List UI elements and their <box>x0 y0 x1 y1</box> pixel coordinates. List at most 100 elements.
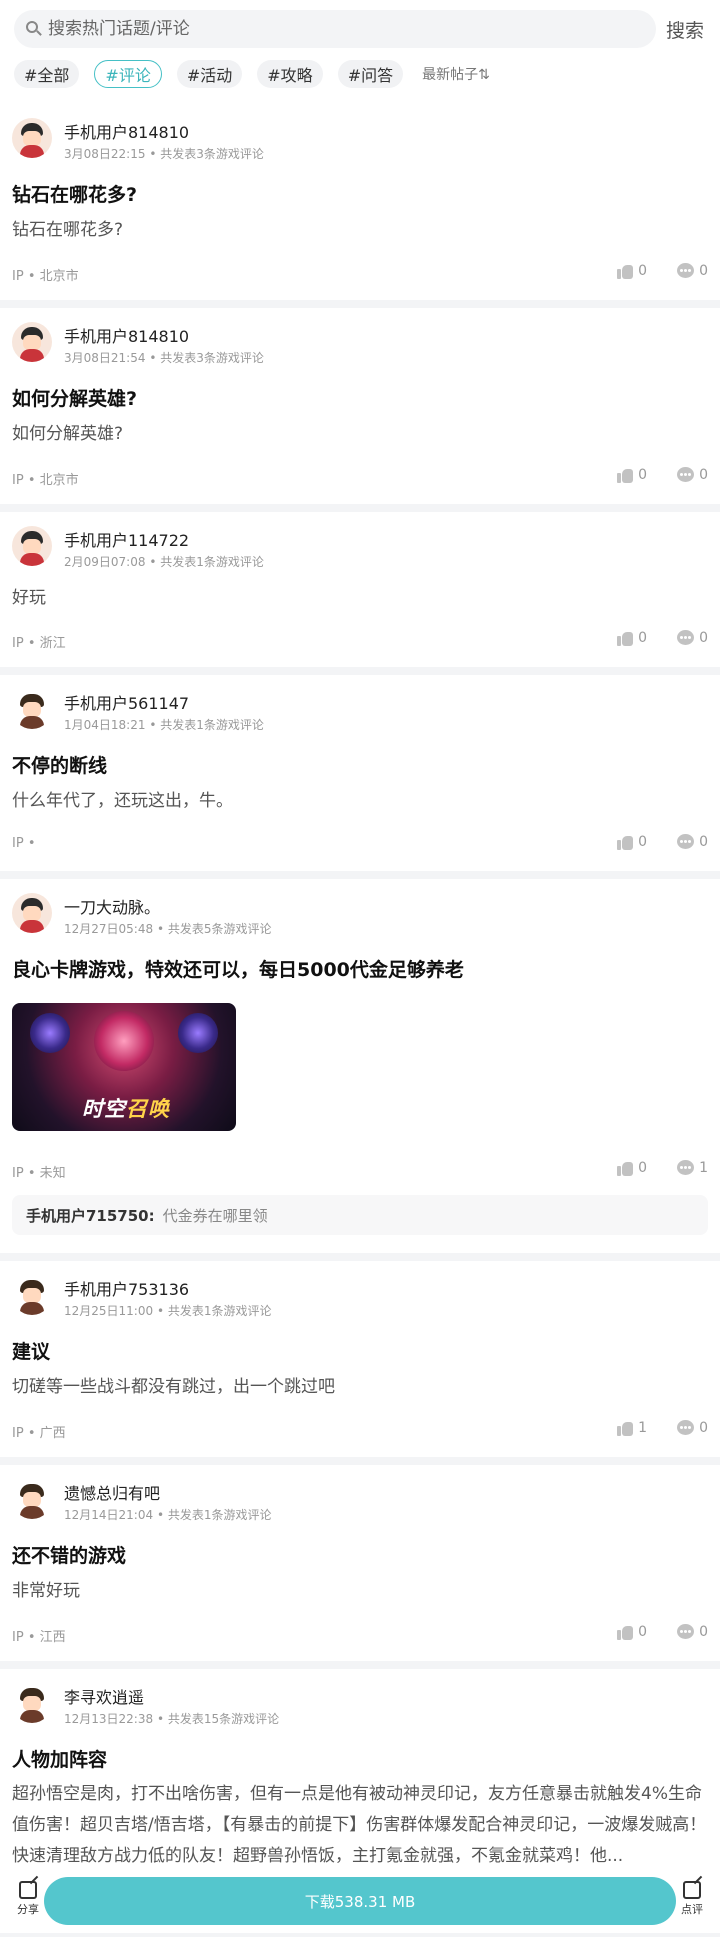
search-input[interactable] <box>48 19 608 39</box>
post-title: 还不错的游戏 <box>12 1545 127 1567</box>
comment-button[interactable]: 0 <box>677 630 708 646</box>
post-card[interactable]: 手机用户114722 2月09日07:08 • 共发表1条游戏评论 好玩 IP … <box>0 512 720 667</box>
post-card[interactable]: 手机用户814810 3月08日21:54 • 共发表3条游戏评论 如何分解英雄… <box>0 308 720 504</box>
post-count: 共发表1条游戏评论 <box>160 718 264 732</box>
post-card[interactable]: 手机用户753136 12月25日11:00 • 共发表1条游戏评论 建议 切磋… <box>0 1261 720 1457</box>
thumbs-up-icon <box>617 1160 634 1176</box>
avatar[interactable] <box>12 689 52 729</box>
post-username[interactable]: 手机用户814810 <box>64 323 189 347</box>
tag-guides[interactable]: #攻略 <box>257 60 323 88</box>
like-button[interactable]: 0 <box>617 834 647 850</box>
thumbs-up-icon <box>617 834 634 850</box>
post-card[interactable]: 手机用户814810 3月08日22:15 • 共发表3条游戏评论 钻石在哪花多… <box>0 104 720 300</box>
comment-icon <box>677 467 695 483</box>
comment-button[interactable]: 0 <box>677 1624 708 1640</box>
avatar[interactable] <box>12 1683 52 1723</box>
post-actions: 0 1 <box>587 1160 708 1176</box>
ip-prefix: IP <box>12 1166 24 1181</box>
post-content: 好玩 <box>12 588 46 608</box>
post-count: 共发表3条游戏评论 <box>160 351 264 365</box>
bottom-action-bar: 分享 下载538.31 MB 点评 <box>0 1869 720 1933</box>
tag-all[interactable]: #全部 <box>14 60 80 88</box>
ip-location: 浙江 <box>39 636 66 651</box>
hero-orb-left <box>30 1013 70 1053</box>
post-meta: 3月08日22:15 • 共发表3条游戏评论 <box>64 147 264 161</box>
avatar[interactable] <box>12 322 52 362</box>
comment-button[interactable]: 0 <box>677 263 708 279</box>
reply-username[interactable]: 手机用户715750: <box>26 1205 155 1226</box>
comment-count: 0 <box>699 1624 708 1640</box>
post-title: 不停的断线 <box>12 755 108 777</box>
like-button[interactable]: 0 <box>617 1160 647 1176</box>
like-button[interactable]: 1 <box>617 1420 647 1436</box>
post-username[interactable]: 一刀大动脉。 <box>64 894 160 918</box>
avatar[interactable] <box>12 118 52 158</box>
comment-button[interactable]: 0 <box>677 1420 708 1436</box>
post-actions: 0 0 <box>587 467 708 483</box>
search-button[interactable]: 搜索 <box>666 16 704 43</box>
thumbs-up-icon <box>617 1420 634 1436</box>
ip-location: 未知 <box>39 1166 66 1181</box>
post-card[interactable]: 遗憾总归有吧 12月14日21:04 • 共发表1条游戏评论 还不错的游戏 非常… <box>0 1465 720 1661</box>
tag-qa[interactable]: #问答 <box>337 60 404 88</box>
avatar[interactable] <box>12 1275 52 1315</box>
comment-button[interactable]: 1 <box>677 1160 708 1176</box>
post-title: 如何分解英雄? <box>12 388 138 410</box>
post-username[interactable]: 手机用户561147 <box>64 690 189 714</box>
tag-events[interactable]: #活动 <box>176 60 243 88</box>
review-button[interactable]: 点评 <box>678 1881 706 1917</box>
share-label: 分享 <box>17 1903 39 1916</box>
post-username[interactable]: 遗憾总归有吧 <box>64 1480 160 1504</box>
post-content: 非常好玩 <box>12 1581 80 1601</box>
post-date: 2月09日07:08 <box>64 555 146 569</box>
post-card[interactable]: 一刀大动脉。 12月27日05:48 • 共发表5条游戏评论 良心卡牌游戏，特效… <box>0 879 720 1253</box>
ip-location: 北京市 <box>39 269 79 284</box>
post-content: 超孙悟空是肉，打不出啥伤害，但有一点是他有被动神灵印记，友方任意暴击就触发4%生… <box>12 1784 707 1866</box>
post-username[interactable]: 李寻欢逍遥 <box>64 1684 144 1708</box>
post-feed: 手机用户814810 3月08日22:15 • 共发表3条游戏评论 钻石在哪花多… <box>0 104 720 1937</box>
comment-button[interactable]: 0 <box>677 467 708 483</box>
comment-count: 1 <box>699 1160 708 1176</box>
reply-text: 代金券在哪里领 <box>162 1206 268 1225</box>
comment-icon <box>677 630 695 646</box>
tag-comments[interactable]: #评论 <box>94 60 162 88</box>
reply-preview[interactable]: 手机用户715750: 代金券在哪里领 <box>12 1195 708 1235</box>
post-meta: 2月09日07:08 • 共发表1条游戏评论 <box>64 555 264 569</box>
avatar[interactable] <box>12 1479 52 1519</box>
share-button[interactable]: 分享 <box>14 1881 42 1917</box>
sort-dropdown[interactable]: 最新帖子⇅ <box>422 64 490 84</box>
post-date: 12月27日05:48 <box>64 922 154 936</box>
search-box[interactable] <box>14 10 656 48</box>
comment-count: 0 <box>699 630 708 646</box>
ip-prefix: IP <box>12 269 24 284</box>
post-username[interactable]: 手机用户814810 <box>64 119 189 143</box>
comment-icon <box>677 834 695 850</box>
post-username[interactable]: 手机用户114722 <box>64 527 189 551</box>
post-ip: IP • 北京市 <box>12 473 79 488</box>
thumbs-up-icon <box>617 263 634 279</box>
like-count: 0 <box>638 834 648 850</box>
post-count: 共发表5条游戏评论 <box>167 922 272 936</box>
avatar[interactable] <box>12 526 52 566</box>
post-date: 1月04日18:21 <box>64 718 146 732</box>
post-count: 共发表1条游戏评论 <box>167 1304 272 1318</box>
like-button[interactable]: 0 <box>617 263 647 279</box>
like-button[interactable]: 0 <box>617 467 647 483</box>
like-count: 0 <box>638 467 648 483</box>
download-button[interactable]: 下载538.31 MB <box>44 1877 676 1925</box>
like-count: 0 <box>638 263 648 279</box>
comment-icon <box>677 1624 695 1640</box>
post-ip: IP • 浙江 <box>12 636 66 651</box>
ip-prefix: IP <box>12 1630 24 1645</box>
comment-button[interactable]: 0 <box>677 834 708 850</box>
avatar[interactable] <box>12 893 52 933</box>
like-button[interactable]: 0 <box>617 1624 647 1640</box>
post-username[interactable]: 手机用户753136 <box>64 1276 189 1300</box>
post-image[interactable]: 时空召唤 <box>12 1003 236 1131</box>
thumbs-up-icon <box>617 630 634 646</box>
comment-icon <box>677 1160 695 1176</box>
post-title: 良心卡牌游戏，特效还可以，每日5000代金足够养老 <box>12 959 464 981</box>
like-button[interactable]: 0 <box>617 630 647 646</box>
post-card[interactable]: 手机用户561147 1月04日18:21 • 共发表1条游戏评论 不停的断线 … <box>0 675 720 871</box>
ip-prefix: IP <box>12 836 24 851</box>
